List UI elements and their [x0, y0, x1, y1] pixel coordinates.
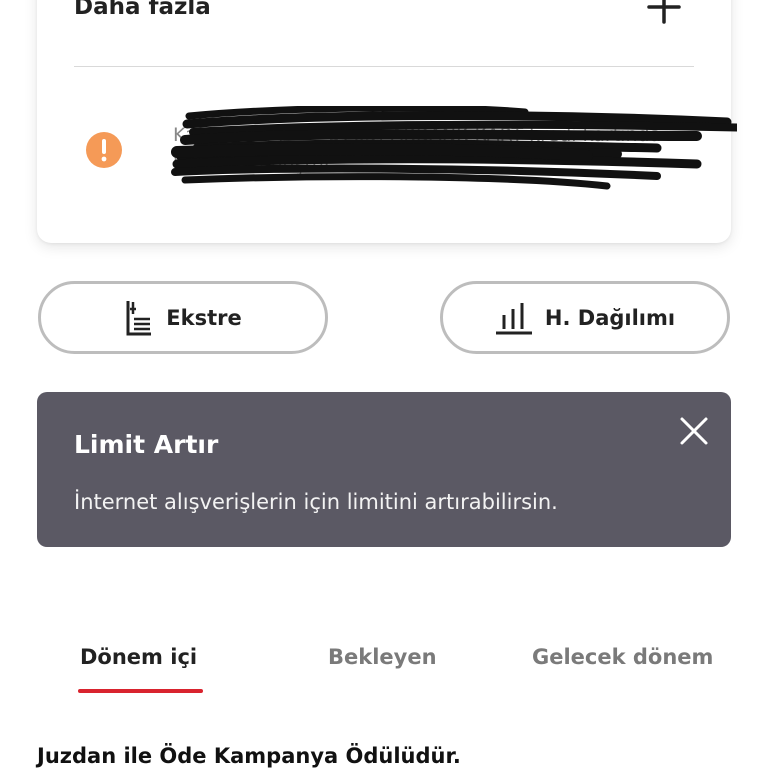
statement-icon: [126, 300, 152, 335]
spending-distribution-button[interactable]: H. Dağılımı: [440, 281, 730, 354]
ekstre-button[interactable]: Ekstre: [38, 281, 328, 354]
divider: [74, 66, 694, 67]
campaign-heading: Juzdan ile Öde Kampanya Ödülüdür.: [37, 744, 461, 768]
more-label: Daha fazla: [74, 0, 211, 20]
more-row[interactable]: Daha fazla: [37, 0, 731, 66]
card-summary: Daha fazla Kart şifren (**** 5765) AKBAN…: [37, 0, 737, 243]
tab-gelecek-donem[interactable]: Gelecek dönem: [532, 645, 713, 669]
ekstre-label: Ekstre: [166, 305, 242, 330]
dagilim-label: H. Dağılımı: [544, 305, 676, 330]
banner-title: Limit Artır: [74, 430, 219, 459]
bar-chart-icon: [495, 302, 532, 334]
close-icon[interactable]: [679, 416, 709, 446]
banner-text: İnternet alışverişlerin için limitini ar…: [74, 490, 558, 514]
period-tabs: Dönem içi Bekleyen Gelecek dönem: [0, 640, 768, 700]
warning-icon: [86, 132, 122, 168]
redaction-scribble: [171, 106, 737, 190]
limit-banner[interactable]: Limit Artır İnternet alışverişlerin için…: [37, 392, 731, 547]
tab-bekleyen[interactable]: Bekleyen: [328, 645, 437, 669]
active-tab-indicator: [78, 689, 203, 693]
tab-donem-ici[interactable]: Dönem içi: [80, 645, 197, 669]
plus-icon[interactable]: [647, 0, 681, 24]
